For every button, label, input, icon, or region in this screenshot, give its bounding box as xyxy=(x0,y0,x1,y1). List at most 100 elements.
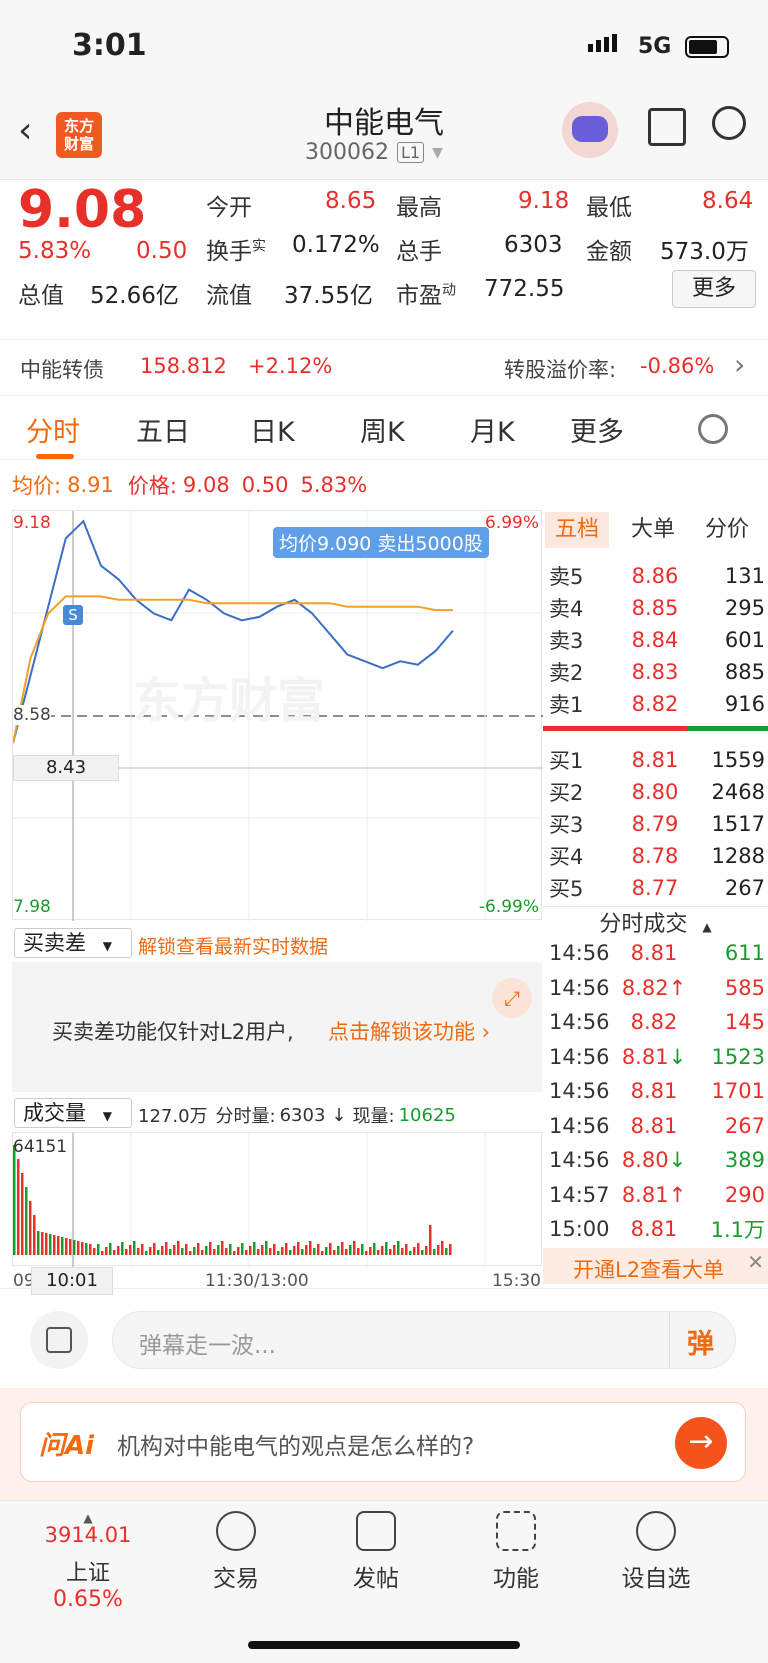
avg-value: 8.91 xyxy=(67,473,114,497)
spread-select[interactable]: 买卖差 ▼ xyxy=(14,928,132,958)
volume-bar xyxy=(201,1250,204,1255)
tab-level5[interactable]: 五档 xyxy=(545,512,609,548)
bid-row: 买1 8.81 1559 xyxy=(543,744,768,776)
volume-bar xyxy=(109,1243,112,1255)
volume-bar xyxy=(413,1247,416,1255)
nav-function[interactable]: 功能 xyxy=(456,1511,576,1593)
trade-row: 14:56 8.80↓ 389 xyxy=(543,1143,768,1178)
trade-price-cell: 8.81↓ xyxy=(613,1045,695,1069)
arrow-down-icon: ↓ xyxy=(331,1104,347,1126)
change-pct: 5.83% xyxy=(18,238,92,264)
function-grid-icon xyxy=(496,1511,536,1551)
volume-bar xyxy=(177,1241,180,1255)
trade-time: 14:57 xyxy=(549,1182,610,1207)
bond-bar[interactable]: 中能转债 158.812 +2.12% 转股溢价率: -0.86% › xyxy=(0,340,768,396)
volume-bar xyxy=(445,1248,448,1255)
ask-volume: 601 xyxy=(724,628,765,652)
trade-price-cell: 8.82 xyxy=(613,1010,695,1034)
tab-price-dist[interactable]: 分价 xyxy=(705,512,749,548)
volume-bar xyxy=(309,1241,312,1255)
volume-header: 成交量 ▼ 127.0万 分时量: 6303 ↓ 现量: 10625 xyxy=(12,1096,542,1132)
ask-level-label: 卖1 xyxy=(549,693,584,717)
tab-monthly-k[interactable]: 月K xyxy=(470,410,515,449)
chevron-right-icon: › xyxy=(734,348,746,381)
comment-list-icon[interactable] xyxy=(30,1311,88,1369)
bid-level-label: 买2 xyxy=(549,781,584,805)
volume-select[interactable]: 成交量 ▼ xyxy=(14,1098,132,1128)
trade-list: 14:56 8.81 611 14:56 8.82↑ 585 14:56 8.82 145 14:… xyxy=(543,936,768,1247)
cur-value: 10625 xyxy=(398,1104,456,1126)
battery-icon xyxy=(685,36,729,58)
price-value: 9.08 xyxy=(182,473,230,497)
chg-value: 0.50 xyxy=(241,473,289,497)
settings-gear-icon[interactable] xyxy=(698,414,728,444)
caret-up-icon: ▲ xyxy=(83,1511,93,1525)
volume-bar xyxy=(161,1246,164,1255)
volume-bar xyxy=(37,1231,40,1255)
more-button[interactable]: 更多 xyxy=(672,270,756,308)
tab-more[interactable]: 更多 xyxy=(570,410,624,449)
bid-volume: 1517 xyxy=(711,812,765,836)
index-pct: 0.65% xyxy=(53,1587,123,1612)
trade-price: 8.81 xyxy=(630,1079,678,1104)
tab-5day[interactable]: 五日 xyxy=(136,410,190,449)
trade-row: 14:56 8.81↓ 1523 xyxy=(543,1040,768,1075)
robot-avatar-icon[interactable] xyxy=(562,102,618,158)
ask-row: 卖2 8.83 885 xyxy=(543,656,768,688)
danmu-toggle-icon[interactable]: 弹 xyxy=(687,1322,714,1361)
back-icon[interactable]: ‹ xyxy=(18,110,32,151)
volume-bar xyxy=(197,1243,200,1255)
ask-list: 卖5 8.86 131 卖4 8.85 295 卖3 8.84 601 卖2 8.83 885 卖1 8.… xyxy=(543,560,768,720)
nav-post-label: 发帖 xyxy=(353,1566,399,1592)
volume-bar xyxy=(381,1246,384,1255)
volume-bar xyxy=(225,1248,228,1255)
volume-bar xyxy=(173,1245,176,1255)
volume-bar xyxy=(253,1242,256,1255)
index-value: 3914.01 xyxy=(44,1523,132,1547)
spread-unlock-link[interactable]: 解锁查看最新实时数据 xyxy=(138,932,328,959)
chart-tabs: 分时 五日 日K 周K 月K 更多 xyxy=(0,396,768,460)
ai-question-card[interactable]: 问Ai 机构对中能电气的观点是怎么样的? → xyxy=(20,1402,746,1482)
nav-trade[interactable]: 交易 xyxy=(176,1511,296,1593)
pe-value: 772.55 xyxy=(484,276,565,302)
close-icon[interactable]: ✕ xyxy=(747,1250,764,1274)
volume-bar xyxy=(53,1235,56,1255)
volume-bar xyxy=(425,1246,428,1255)
stock-code-row[interactable]: 300062 L1 ▼ xyxy=(305,140,443,165)
volume-bar xyxy=(325,1247,328,1255)
tab-intraday[interactable]: 分时 xyxy=(26,410,80,449)
volume-bar xyxy=(353,1241,356,1255)
quote-panel: 9.08 5.83% 0.50 总值 52.66亿 今开 8.65 最高 9.1… xyxy=(0,180,768,340)
tab-weekly-k[interactable]: 周K xyxy=(360,410,405,449)
bid-volume: 1559 xyxy=(711,748,765,772)
danmu-divider xyxy=(669,1312,670,1368)
low-value: 8.64 xyxy=(702,188,754,214)
spread-unlock-button[interactable]: 点击解锁该功能 › xyxy=(328,1016,490,1046)
volume-total: 127.0万 xyxy=(138,1106,208,1127)
volume-bar xyxy=(421,1250,424,1255)
intraday-chart[interactable]: 东方财富 9.18 6.99% 8.58 7.98 -6.99% 8.43 均价… xyxy=(12,510,543,921)
tab-daily-k[interactable]: 日K xyxy=(250,410,295,449)
spread-msg: 买卖差功能仅针对L2用户, xyxy=(52,1020,294,1044)
ask-row: 卖5 8.86 131 xyxy=(543,560,768,592)
volume-bar xyxy=(141,1244,144,1255)
nav-watchlist[interactable]: 设自选 xyxy=(596,1511,716,1593)
tab-large-orders[interactable]: 大单 xyxy=(631,512,675,548)
l2-promo-bar[interactable]: 开通L2查看大单 ✕ xyxy=(543,1248,768,1284)
search-icon[interactable] xyxy=(712,106,746,140)
select-caret-icon: ▼ xyxy=(102,1109,112,1123)
trade-tooltip: 均价9.090 卖出5000股 xyxy=(273,527,489,558)
nav-post[interactable]: 发帖 xyxy=(316,1511,436,1593)
trade-volume: 1523 xyxy=(711,1044,765,1069)
volume-chart[interactable]: 64151 09 10:01 11:30/13:00 15:30 xyxy=(12,1132,542,1295)
share-icon[interactable] xyxy=(648,108,686,146)
signal-icon xyxy=(588,34,617,52)
index-ticker[interactable]: ▲ 3914.01 上证 0.65% xyxy=(28,1511,148,1612)
arrow-right-icon[interactable]: → xyxy=(675,1417,727,1469)
trade-direction-icon: ↑ xyxy=(668,1182,687,1207)
volume-bar xyxy=(449,1244,452,1255)
ask-row: 卖4 8.85 295 xyxy=(543,592,768,624)
expand-icon[interactable]: ⤢ xyxy=(492,978,532,1018)
danmu-input[interactable]: 弹幕走一波... 弹 xyxy=(112,1311,736,1369)
float-value: 37.55亿 xyxy=(284,283,373,309)
